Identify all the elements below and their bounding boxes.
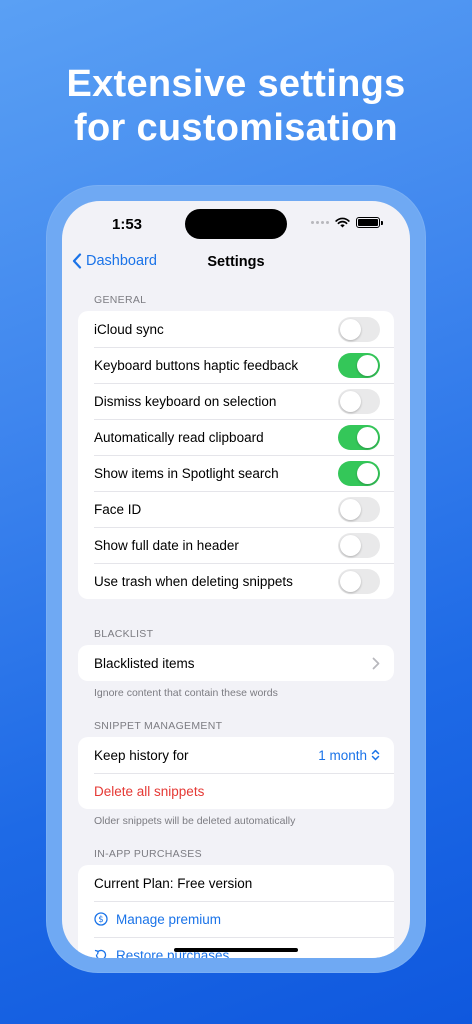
setting-label: Dismiss keyboard on selection (94, 393, 277, 409)
status-time: 1:53 (112, 216, 143, 233)
setting-label: iCloud sync (94, 321, 164, 337)
blacklist-footer: Ignore content that contain these words (94, 687, 278, 699)
manage-premium-label: Manage premium (116, 911, 222, 927)
home-indicator (174, 948, 298, 952)
face-id-toggle[interactable] (338, 496, 380, 522)
blacklist-group: Blacklisted items (78, 645, 394, 681)
keep-history-row: Keep history for 1 month (78, 737, 394, 773)
full-date-toggle[interactable] (338, 532, 380, 558)
setting-row-icloud-sync: iCloud sync (78, 311, 394, 347)
section-header-in-app-purchases: IN-APP PURCHASES (94, 848, 202, 860)
setting-row-haptic-feedback: Keyboard buttons haptic feedback (78, 347, 394, 383)
section-header-blacklist: BLACKLIST (94, 628, 154, 640)
spotlight-search-toggle[interactable] (338, 460, 380, 486)
cellular-signal-icon (311, 221, 329, 224)
setting-label: Use trash when deleting snippets (94, 573, 293, 589)
setting-row-read-clipboard: Automatically read clipboard (78, 419, 394, 455)
delete-all-snippets-button[interactable]: Delete all snippets (94, 784, 204, 799)
setting-row-face-id: Face ID (78, 491, 394, 527)
current-plan-row: Current Plan: Free version (78, 865, 394, 901)
setting-label: Show items in Spotlight search (94, 465, 279, 481)
read-clipboard-toggle[interactable] (338, 424, 380, 450)
setting-row-use-trash: Use trash when deleting snippets (78, 563, 394, 599)
haptic-feedback-toggle[interactable] (338, 352, 380, 378)
restore-icon (94, 949, 107, 958)
dollar-circle-icon: $ (94, 912, 108, 926)
chevron-right-icon (372, 657, 380, 669)
navigation-bar: Dashboard Settings (62, 249, 410, 279)
setting-label: Automatically read clipboard (94, 429, 264, 445)
keep-history-picker[interactable]: 1 month (318, 748, 380, 763)
svg-text:$: $ (98, 915, 103, 925)
general-group: iCloud sync Keyboard buttons haptic feed… (78, 311, 394, 599)
headline: Extensive settings for customisation (0, 62, 472, 150)
in-app-purchases-group: Current Plan: Free version $ Manage prem… (78, 865, 394, 958)
section-header-general: GENERAL (94, 294, 147, 306)
keep-history-value: 1 month (318, 747, 367, 763)
headline-line-2: for customisation (74, 107, 398, 149)
chevron-up-down-icon (371, 749, 380, 761)
dismiss-keyboard-toggle[interactable] (338, 388, 380, 414)
page-title: Settings (207, 254, 265, 270)
setting-label: Show full date in header (94, 537, 239, 553)
battery-icon (356, 217, 383, 228)
blacklisted-items-label: Blacklisted items (94, 655, 195, 671)
delete-all-snippets-row[interactable]: Delete all snippets (78, 773, 394, 809)
current-plan-label: Current Plan: Free version (94, 875, 253, 891)
headline-line-1: Extensive settings (66, 63, 406, 105)
settings-list: GENERAL iCloud sync Keyboard buttons hap… (62, 291, 410, 958)
phone-screen: 1:53 Dashboard Settings GENERAL iCloud s… (62, 201, 410, 958)
manage-premium-row[interactable]: $ Manage premium (78, 901, 394, 937)
setting-row-full-date: Show full date in header (78, 527, 394, 563)
keep-history-label: Keep history for (94, 747, 189, 763)
snippet-management-footer: Older snippets will be deleted automatic… (94, 815, 296, 827)
snippet-management-group: Keep history for 1 month Delete all snip… (78, 737, 394, 809)
status-bar: 1:53 (62, 201, 410, 251)
dynamic-island (185, 209, 287, 239)
wifi-icon (335, 217, 350, 228)
setting-label: Face ID (94, 501, 142, 517)
blacklisted-items-row[interactable]: Blacklisted items (78, 645, 394, 681)
setting-label: Keyboard buttons haptic feedback (94, 357, 299, 373)
status-icons (311, 217, 383, 228)
setting-row-dismiss-keyboard: Dismiss keyboard on selection (78, 383, 394, 419)
setting-row-spotlight-search: Show items in Spotlight search (78, 455, 394, 491)
icloud-sync-toggle[interactable] (338, 316, 380, 342)
section-header-snippet-management: SNIPPET MANAGEMENT (94, 720, 223, 732)
use-trash-toggle[interactable] (338, 568, 380, 594)
manage-premium-button[interactable]: $ Manage premium (94, 912, 221, 927)
